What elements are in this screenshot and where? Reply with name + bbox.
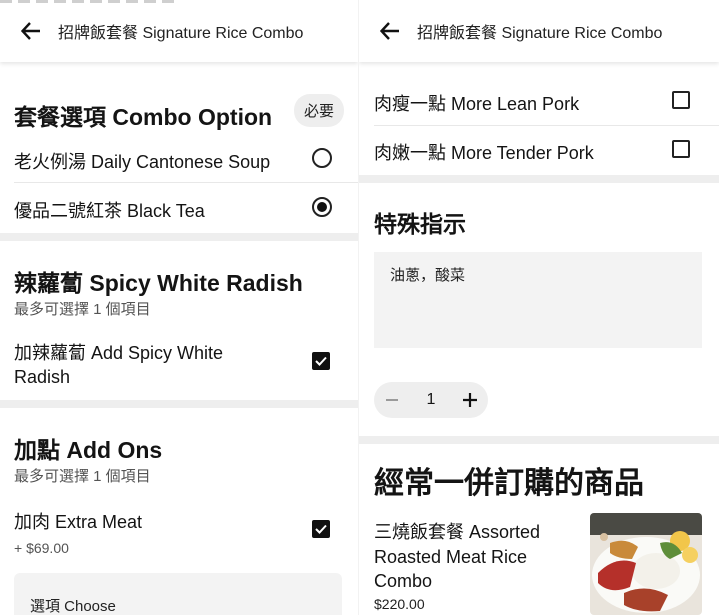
combo-option-label: 優品二號紅茶 Black Tea (14, 201, 205, 221)
addons-title: 加點 Add Ons (14, 437, 163, 463)
right-screen: 招牌飯套餐 Signature Rice Combo 肉瘦一點 More Lea… (359, 0, 719, 615)
section-gap (359, 436, 719, 444)
section-gap (0, 400, 358, 408)
quantity-value: 1 (426, 391, 436, 408)
addon-extra-meat[interactable]: 加肉 Extra Meat + $69.00 (0, 503, 358, 559)
addons-subtitle: 最多可選擇 1 個項目 (14, 468, 151, 485)
radish-option-label: 加辣蘿蔔 Add Spicy White Radish (14, 341, 223, 389)
radish-option-line2: Radish (14, 367, 71, 387)
radish-subtitle: 最多可選擇 1 個項目 (14, 301, 151, 318)
recommended-item-price: $220.00 (374, 596, 425, 612)
back-button[interactable] (373, 14, 407, 48)
combo-option-label: 老火例湯 Daily Cantonese Soup (14, 152, 271, 172)
check-icon (315, 524, 327, 534)
recommended-item-line1: 三燒飯套餐 Assorted (374, 522, 541, 542)
option-lean-pork[interactable]: 肉瘦一點 More Lean Pork (359, 78, 719, 124)
option-label: 肉瘦一點 More Lean Pork (374, 94, 580, 114)
increment-button[interactable] (452, 382, 488, 418)
header-title: 招牌飯套餐 Signature Rice Combo (417, 25, 663, 42)
combo-option-soup[interactable]: 老火例湯 Daily Cantonese Soup (0, 138, 358, 182)
arrow-left-icon (21, 22, 40, 40)
minus-icon (386, 399, 398, 401)
arrow-left-icon (380, 22, 399, 40)
recommended-item-line2: Roasted Meat Rice (374, 546, 528, 567)
left-screen: 招牌飯套餐 Signature Rice Combo 套餐選項 Combo Op… (0, 0, 358, 615)
quantity-stepper: 1 (374, 382, 488, 418)
radish-title: 辣蘿蔔 Spicy White Radish (14, 270, 303, 296)
recommended-item-name: 三燒飯套餐 Assorted Roasted Meat Rice Combo (374, 520, 540, 594)
combo-option-black-tea[interactable]: 優品二號紅茶 Black Tea (0, 187, 358, 231)
decrement-button[interactable] (374, 382, 410, 418)
radio-soup[interactable] (312, 148, 332, 168)
section-gap (0, 233, 358, 241)
check-icon (315, 356, 327, 366)
required-badge: 必要 (294, 94, 345, 127)
tender-pork-checkbox[interactable] (672, 140, 690, 158)
instructions-title: 特殊指示 (374, 211, 466, 237)
status-indicator (0, 0, 180, 3)
option-tender-pork[interactable]: 肉嫩一點 More Tender Pork (359, 127, 719, 173)
header-title: 招牌飯套餐 Signature Rice Combo (58, 25, 304, 42)
header: 招牌飯套餐 Signature Rice Combo (0, 0, 358, 62)
choose-label: 選項 Choose (30, 598, 116, 615)
plus-icon (463, 393, 477, 407)
frequently-title: 經常一併訂購的商品 (374, 467, 644, 500)
food-image (590, 513, 702, 615)
addon-checkbox[interactable] (312, 520, 330, 538)
recommended-item-line3: Combo (374, 571, 433, 591)
back-button[interactable] (14, 14, 48, 48)
radio-black-tea[interactable] (312, 197, 332, 217)
divider (374, 125, 719, 126)
recommended-item[interactable]: 三燒飯套餐 Assorted Roasted Meat Rice Combo $… (359, 512, 719, 615)
section-gap (359, 175, 719, 183)
choose-select[interactable]: 選項 Choose (14, 573, 342, 615)
option-label: 肉嫩一點 More Tender Pork (374, 143, 594, 163)
radish-checkbox[interactable] (312, 352, 330, 370)
combo-option-title: 套餐選項 Combo Option (14, 104, 273, 130)
divider (14, 182, 358, 183)
radish-option[interactable]: 加辣蘿蔔 Add Spicy White Radish (0, 336, 358, 392)
header: 招牌飯套餐 Signature Rice Combo (359, 0, 719, 62)
addon-option-label: 加肉 Extra Meat (14, 512, 143, 532)
lean-pork-checkbox[interactable] (672, 91, 690, 109)
instructions-textarea[interactable]: 油蔥，酸菜 (374, 252, 702, 348)
radish-option-line1: 加辣蘿蔔 Add Spicy White (14, 343, 224, 363)
addon-price: + $69.00 (14, 540, 69, 556)
